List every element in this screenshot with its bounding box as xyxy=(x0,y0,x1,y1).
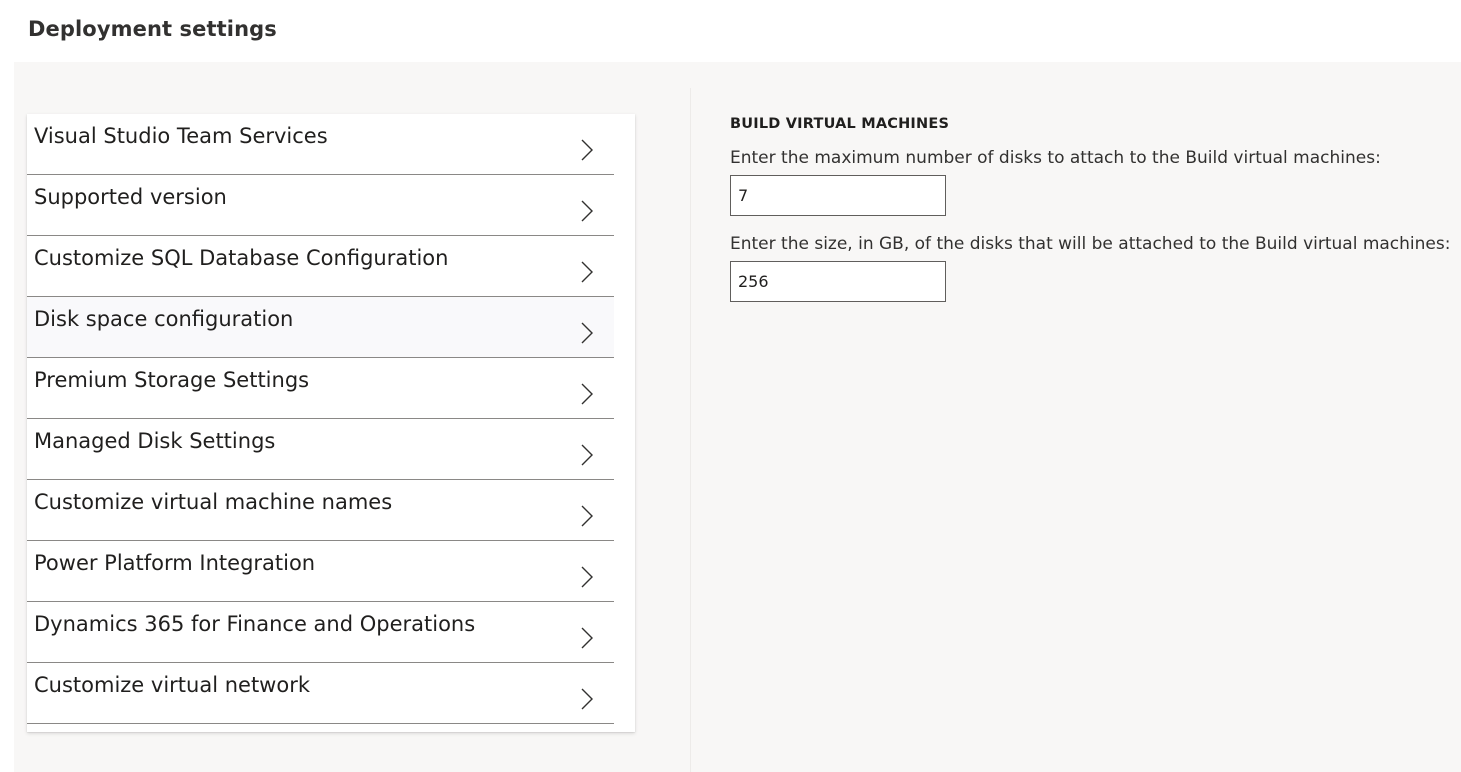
settings-panel: Visual Studio Team Services Supported ve… xyxy=(14,62,1461,772)
nav-item-managed-disk-settings[interactable]: Managed Disk Settings xyxy=(27,419,614,480)
chevron-right-icon xyxy=(581,627,593,649)
disk-size-label: Enter the size, in GB, of the disks that… xyxy=(730,234,1451,254)
nav-item-customize-virtual-machine-names[interactable]: Customize virtual machine names xyxy=(27,480,614,541)
nav-item-power-platform-integration[interactable]: Power Platform Integration xyxy=(27,541,614,602)
chevron-right-icon xyxy=(581,566,593,588)
nav-item-label: Customize virtual machine names xyxy=(34,490,393,514)
chevron-right-icon xyxy=(581,383,593,405)
page-title: Deployment settings xyxy=(28,17,277,41)
nav-item-customize-virtual-network[interactable]: Customize virtual network xyxy=(27,663,614,724)
nav-item-label: Premium Storage Settings xyxy=(34,368,310,392)
vertical-divider xyxy=(690,88,691,772)
section-title: BUILD VIRTUAL MACHINES xyxy=(730,116,950,132)
chevron-right-icon xyxy=(581,200,593,222)
chevron-right-icon xyxy=(581,139,593,161)
nav-item-label: Visual Studio Team Services xyxy=(34,124,328,148)
disk-space-configuration-pane: BUILD VIRTUAL MACHINES Enter the maximum… xyxy=(730,116,1450,302)
nav-item-disk-space-configuration[interactable]: Disk space configuration xyxy=(27,297,614,358)
chevron-right-icon xyxy=(581,444,593,466)
chevron-right-icon xyxy=(581,261,593,283)
nav-item-label: Customize virtual network xyxy=(34,673,311,697)
nav-item-dynamics-365-finance-operations[interactable]: Dynamics 365 for Finance and Operations xyxy=(27,602,614,663)
max-disks-label: Enter the maximum number of disks to att… xyxy=(730,148,1381,168)
nav-item-label: Power Platform Integration xyxy=(34,551,316,575)
nav-item-supported-version[interactable]: Supported version xyxy=(27,175,614,236)
max-disks-input[interactable] xyxy=(730,175,946,216)
chevron-right-icon xyxy=(581,688,593,710)
nav-item-label: Dynamics 365 for Finance and Operations xyxy=(34,612,476,636)
disk-size-input[interactable] xyxy=(730,261,946,302)
nav-item-customize-sql-database-configuration[interactable]: Customize SQL Database Configuration xyxy=(27,236,614,297)
chevron-right-icon xyxy=(581,505,593,527)
chevron-right-icon xyxy=(581,322,593,344)
nav-item-label: Customize SQL Database Configuration xyxy=(34,246,449,270)
nav-item-visual-studio-team-services[interactable]: Visual Studio Team Services xyxy=(27,114,614,175)
nav-item-premium-storage-settings[interactable]: Premium Storage Settings xyxy=(27,358,614,419)
nav-item-label: Disk space configuration xyxy=(34,307,294,331)
settings-nav-list: Visual Studio Team Services Supported ve… xyxy=(27,114,635,732)
nav-item-label: Supported version xyxy=(34,185,227,209)
nav-item-label: Managed Disk Settings xyxy=(34,429,276,453)
